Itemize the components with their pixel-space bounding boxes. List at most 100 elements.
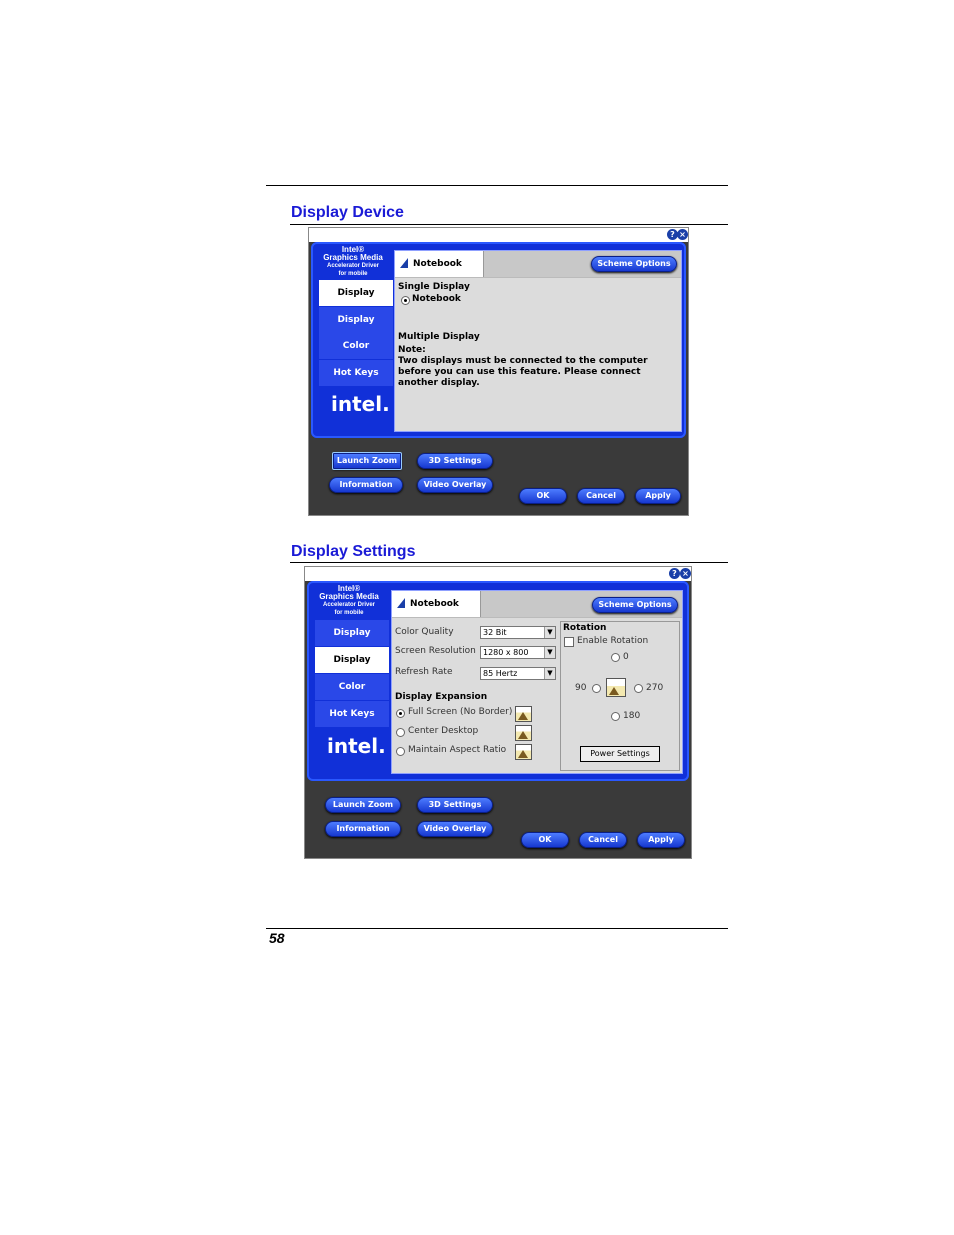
heading-display-device: Display Device [291,204,404,221]
rotation-180-radio[interactable] [611,712,620,721]
note-line: another display. [398,378,480,388]
footer-rule [266,928,728,929]
apply-button[interactable]: Apply [635,488,681,504]
heading-display-settings: Display Settings [291,543,416,560]
video-overlay-button[interactable]: Video Overlay [417,821,493,837]
rotation-label: Rotation [563,623,607,633]
nav-display-devices[interactable]: Display Devices [315,620,389,664]
power-settings-button[interactable]: Power Settings [580,746,660,762]
note-label: Note: [398,345,426,355]
refresh-rate-value: 85 Hertz [483,669,518,678]
maintain-aspect-preview-icon [515,744,532,760]
full-screen-label: Full Screen (No Border) [408,707,513,717]
cancel-button[interactable]: Cancel [579,832,627,848]
heading-rule-device [290,224,728,225]
center-desktop-label: Center Desktop [408,726,479,736]
center-desktop-preview-icon [515,725,532,741]
display-device-window: ? × Intel® Graphics Media Accelerator Dr… [308,227,689,516]
brand-line: for mobile [338,271,368,277]
brand-line: Graphics Media [323,253,383,262]
ok-button[interactable]: OK [519,488,567,504]
screen-resolution-select[interactable]: 1280 x 800 ▼ [480,646,556,659]
note-line: before you can use this feature. Please … [398,367,641,377]
notebook-option-label: Notebook [412,294,461,304]
tab-label: Notebook [413,259,462,269]
display-settings-window: ? × Intel® Graphics Media Accelerator Dr… [304,566,692,859]
scheme-options-button[interactable]: Scheme Options [592,597,678,613]
information-button[interactable]: Information [325,821,401,837]
brand-text: Intel® Graphics Media Accelerator Driver… [313,585,385,617]
screen-resolution-value: 1280 x 800 [483,648,529,657]
intel-logo: intel. [331,392,390,416]
apply-button[interactable]: Apply [637,832,685,848]
screen-resolution-label: Screen Resolution [395,646,476,656]
information-button[interactable]: Information [329,477,403,493]
cancel-button[interactable]: Cancel [577,488,625,504]
nav-display-settings[interactable]: Display Settings [319,307,393,351]
launch-zoom-button[interactable]: Launch Zoom [325,797,401,813]
blue-panel: Intel® Graphics Media Accelerator Driver… [307,581,689,781]
content-panel: Notebook Scheme Options Color Quality 32… [391,590,683,774]
nav-display-settings[interactable]: Display Settings [315,647,389,691]
blue-panel: Intel® Graphics Media Accelerator Driver… [311,242,686,438]
close-icon[interactable]: × [680,568,691,579]
tab-notebook[interactable]: Notebook [395,251,484,277]
tab-notebook[interactable]: Notebook [392,591,481,617]
maintain-aspect-label: Maintain Aspect Ratio [408,745,507,755]
multiple-display-label: Multiple Display [398,332,480,342]
rotation-preview-icon [606,678,626,697]
heading-rule-settings [290,562,728,563]
video-overlay-button[interactable]: Video Overlay [417,477,493,493]
chevron-down-icon: ▼ [544,668,555,679]
3d-settings-button[interactable]: 3D Settings [417,797,493,813]
display-expansion-label: Display Expansion [395,692,488,702]
title-bar: ? × [309,228,688,242]
nav-hot-keys[interactable]: Hot Keys [319,360,393,386]
rotation-270-radio[interactable] [634,684,643,693]
refresh-rate-label: Refresh Rate [395,667,453,677]
enable-rotation-label: Enable Rotation [577,636,649,646]
chevron-down-icon: ▼ [544,647,555,658]
nav-display-devices[interactable]: Display Devices [319,280,393,324]
page-number: 58 [269,930,285,946]
color-quality-value: 32 Bit [483,628,507,637]
rotation-90-radio[interactable] [592,684,601,693]
top-rule [266,185,728,186]
notebook-radio[interactable] [401,296,410,305]
rotation-270-label: 270 [646,683,664,693]
title-bar: ? × [305,567,691,581]
rotation-0-radio[interactable] [611,653,620,662]
rotation-90-label: 90 [575,683,587,693]
help-icon[interactable]: ? [669,568,680,579]
3d-settings-button[interactable]: 3D Settings [417,453,493,469]
brand-line: Accelerator Driver [322,602,376,608]
close-icon[interactable]: × [677,229,688,240]
full-screen-preview-icon [515,706,532,722]
brand-line: Graphics Media [319,592,379,601]
maintain-aspect-radio[interactable] [396,747,405,756]
enable-rotation-checkbox[interactable] [564,637,574,647]
refresh-rate-select[interactable]: 85 Hertz ▼ [480,667,556,680]
single-display-label: Single Display [398,282,470,292]
nav-hot-keys[interactable]: Hot Keys [315,701,389,727]
content-panel: Notebook Scheme Options Single Display N… [394,250,682,432]
nav-color-correction[interactable]: Color Correction [319,333,393,377]
color-quality-label: Color Quality [395,627,454,637]
rotation-180-label: 180 [623,711,641,721]
notebook-icon [400,258,408,268]
chevron-down-icon: ▼ [544,627,555,638]
nav-color-correction[interactable]: Color Correction [315,674,389,718]
brand-line: for mobile [334,610,364,616]
ok-button[interactable]: OK [521,832,569,848]
brand-line: Accelerator Driver [326,263,380,269]
scheme-options-button[interactable]: Scheme Options [591,256,677,272]
center-desktop-radio[interactable] [396,728,405,737]
tab-label: Notebook [410,599,459,609]
note-line: Two displays must be connected to the co… [398,356,648,366]
intel-logo: intel. [327,734,386,758]
full-screen-radio[interactable] [396,709,405,718]
launch-zoom-button[interactable]: Launch Zoom [332,452,402,470]
rotation-0-label: 0 [623,652,629,662]
color-quality-select[interactable]: 32 Bit ▼ [480,626,556,639]
brand-text: Intel® Graphics Media Accelerator Driver… [317,246,389,278]
